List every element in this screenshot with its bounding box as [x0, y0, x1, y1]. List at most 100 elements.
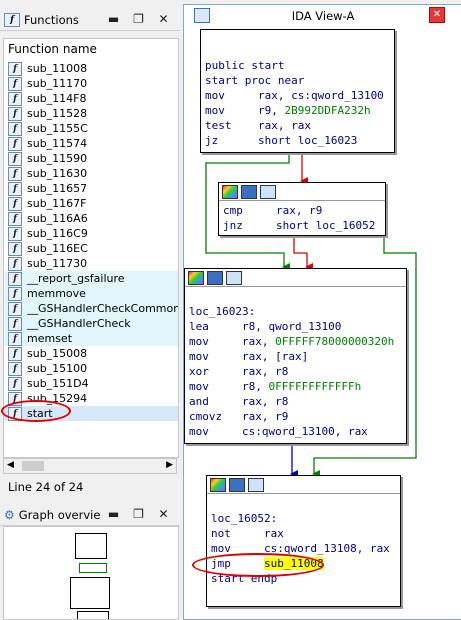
function-name: sub_11528 [27, 107, 88, 120]
code-line[interactable]: loc_16052: [211, 511, 400, 526]
function-list-item[interactable]: f sub_11730 [4, 256, 178, 271]
close-icon[interactable]: ✕ [157, 13, 170, 26]
graph-icon[interactable] [260, 184, 276, 199]
function-list-scrollbar[interactable]: ◀ ▶ [3, 458, 177, 474]
color-icon[interactable] [222, 184, 238, 199]
code-text: 0FFFFFFFFFFFFh [268, 380, 362, 393]
graph-icon[interactable] [226, 270, 242, 285]
color-icon[interactable] [210, 477, 226, 492]
code-line[interactable]: start proc near [205, 73, 394, 88]
overview-block [70, 577, 110, 609]
minimize-icon[interactable]: ▬ [107, 13, 120, 26]
code-text: public start [205, 59, 285, 72]
code-block-start[interactable]: public start start proc near mov rax, cs:q… [200, 29, 395, 153]
code-line[interactable]: mov rax, cs:qword_13100 [205, 88, 394, 103]
code-text: mov rax, [rax] [189, 350, 309, 363]
scroll-right-icon[interactable]: ▶ [166, 460, 173, 470]
function-list-item[interactable]: f sub_116C9 [4, 226, 178, 241]
function-list-item[interactable]: f sub_11630 [4, 166, 178, 181]
function-list-item[interactable]: f sub_15100 [4, 361, 178, 376]
function-name: __GSHandlerCheck [27, 317, 131, 330]
block-header [185, 269, 406, 287]
edit-icon[interactable] [241, 184, 257, 199]
function-icon: f [8, 196, 22, 211]
function-name: sub_11170 [27, 77, 88, 90]
code-line[interactable]: not rax [211, 526, 400, 541]
code-lines[interactable]: cmp rax, r9 jnz short loc_16052 [219, 201, 385, 237]
function-list-item[interactable]: f sub_11657 [4, 181, 178, 196]
code-line[interactable]: xor rax, r8 [189, 364, 406, 379]
code-line[interactable]: mov r8, 0FFFFFFFFFFFFh [189, 379, 406, 394]
graph-icon[interactable] [248, 477, 264, 492]
code-block-cmp[interactable]: cmp rax, r9 jnz short loc_16052 [218, 182, 386, 236]
color-icon[interactable] [188, 270, 204, 285]
code-line[interactable]: lea r8, qword_13100 [189, 319, 406, 334]
code-block-loc-16023[interactable]: loc_16023: lea r8, qword_13100 mov rax, 0F… [184, 268, 407, 444]
code-line[interactable]: jnz short loc_16052 [223, 218, 385, 233]
column-header-function-name[interactable]: Function name [4, 39, 178, 61]
code-block-loc-16052[interactable]: loc_16052: not rax mov cs:qword_13108, rax… [206, 475, 401, 607]
function-list-item[interactable]: f sub_11008 [4, 61, 178, 76]
function-icon: f [8, 271, 22, 286]
code-text: xor rax, r8 [189, 365, 289, 378]
code-line[interactable]: loc_16023: [189, 304, 406, 319]
code-line[interactable]: jz short loc_16023 [205, 133, 394, 148]
function-list-item[interactable]: f sub_11170 [4, 76, 178, 91]
overview-block [77, 611, 109, 619]
code-text: test rax, rax [205, 119, 311, 132]
code-line[interactable]: cmovz rax, r9 [189, 409, 406, 424]
code-line[interactable]: mov rax, 0FFFFF78000000320h [189, 334, 406, 349]
function-list-item[interactable]: f sub_11590 [4, 151, 178, 166]
function-list-item[interactable]: f sub_1167F [4, 196, 178, 211]
functions-panel-titlebar[interactable]: f Functions ▬ ❐ ✕ [0, 10, 180, 31]
function-list-item[interactable]: f __GSHandlerCheckCommon [4, 301, 178, 316]
edit-icon[interactable] [229, 477, 245, 492]
ida-view-window[interactable]: IDA View-A ✕ public start start proc near… [183, 4, 461, 620]
scrollbar-thumb[interactable] [22, 461, 44, 471]
function-list-item[interactable]: f memset [4, 331, 178, 346]
function-list-item[interactable]: f memmove [4, 286, 178, 301]
function-list-item[interactable]: f sub_1155C [4, 121, 178, 136]
function-list[interactable]: Function name f sub_11008 f sub_11170 f sub_1… [3, 38, 179, 458]
function-list-item[interactable]: f __report_gsfailure [4, 271, 178, 286]
function-list-item[interactable]: f sub_11574 [4, 136, 178, 151]
function-icon: f [8, 136, 22, 151]
function-list-item[interactable]: f sub_116A6 [4, 211, 178, 226]
overview-block [79, 563, 107, 573]
code-line[interactable]: mov r9, 2B992DDFA232h [205, 103, 394, 118]
scroll-left-icon[interactable]: ◀ [7, 460, 14, 470]
code-line[interactable] [189, 289, 406, 304]
function-name: __GSHandlerCheckCommon [27, 302, 179, 315]
graph-overview-canvas[interactable] [3, 526, 179, 620]
function-list-item[interactable]: f sub_114F8 [4, 91, 178, 106]
code-line[interactable] [211, 496, 400, 511]
code-line[interactable]: mov rax, [rax] [189, 349, 406, 364]
code-line[interactable]: and rax, r8 [189, 394, 406, 409]
edit-icon[interactable] [207, 270, 223, 285]
close-icon[interactable]: ✕ [157, 508, 170, 521]
line-status: Line 24 of 24 [8, 480, 84, 494]
function-list-item[interactable]: f sub_151D4 [4, 376, 178, 391]
code-line[interactable]: test rax, rax [205, 118, 394, 133]
edge-jnz-fallthrough [293, 235, 313, 271]
code-text: 2B992DDFA232h [284, 104, 371, 117]
function-name: sub_15100 [27, 362, 88, 375]
function-list-item[interactable]: f sub_11528 [4, 106, 178, 121]
code-line[interactable]: public start [205, 58, 394, 73]
function-name: sub_1167F [27, 197, 87, 210]
code-line[interactable]: cmp rax, r9 [223, 203, 385, 218]
restore-icon[interactable]: ❐ [132, 508, 145, 521]
code-lines[interactable]: public start start proc near mov rax, cs:q… [201, 30, 394, 152]
minimize-icon[interactable]: ▬ [107, 508, 120, 521]
function-list-item[interactable]: f __GSHandlerCheck [4, 316, 178, 331]
graph-icon: ⚙ [4, 508, 15, 522]
function-list-item[interactable]: f sub_15008 [4, 346, 178, 361]
function-list-item[interactable]: f sub_116EC [4, 241, 178, 256]
graph-overview-titlebar[interactable]: ⚙ Graph overvie ▬ ❐ ✕ [0, 505, 180, 526]
code-text: jnz short loc_16052 [223, 219, 376, 232]
code-lines[interactable]: loc_16023: lea r8, qword_13100 mov rax, 0F… [185, 287, 406, 443]
restore-icon[interactable]: ❐ [132, 13, 145, 26]
block-header [219, 183, 385, 201]
function-icon: f [8, 331, 22, 346]
code-line[interactable]: mov cs:qword_13100, rax [189, 424, 406, 439]
